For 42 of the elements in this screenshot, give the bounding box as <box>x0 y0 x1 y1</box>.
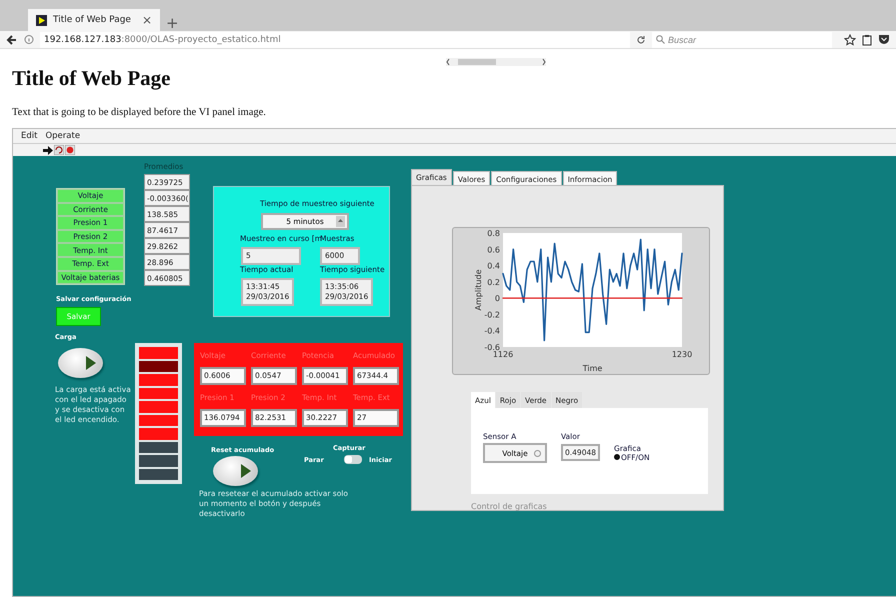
axis-label: Amplitude <box>474 270 483 310</box>
address-bar[interactable]: 192.168.127.183:8000/OLAS-proyecto_estatico.html <box>40 32 630 48</box>
new-tab-button[interactable]: + <box>166 16 179 31</box>
run-icon[interactable] <box>43 146 53 154</box>
axis-tick-label: 1126 <box>492 350 514 359</box>
axis-tick-label: -0.2 <box>484 310 500 320</box>
toggle-button[interactable] <box>58 348 103 378</box>
page-icon <box>36 14 47 26</box>
scrollbar[interactable] <box>446 58 546 66</box>
star-icon[interactable] <box>844 34 856 46</box>
menu-item[interactable]: Edit <box>21 131 38 141</box>
menu-item[interactable]: Operate <box>45 131 80 141</box>
axis-label: Time <box>582 364 602 373</box>
dropdown-icon <box>534 450 541 456</box>
reload-icon[interactable] <box>636 34 646 44</box>
axis-tick-label: 0.4 <box>487 262 500 271</box>
axis-tick-label: -0.6 <box>484 343 500 352</box>
capture-switch[interactable] <box>344 455 362 464</box>
axis-tick-label: 0.8 <box>487 229 500 238</box>
stop-icon[interactable] <box>65 145 75 155</box>
axis-tick-label: -0.4 <box>484 326 500 336</box>
toggle-button[interactable] <box>213 456 258 486</box>
search-field[interactable]: Buscar <box>652 32 832 48</box>
tab-title: Title of Web Page <box>53 15 132 25</box>
axis-tick-label: 1230 <box>672 350 692 359</box>
run-continuously-icon[interactable] <box>54 145 64 155</box>
dropdown-icon <box>336 216 345 227</box>
play-icon <box>85 355 97 371</box>
clipboard-icon[interactable] <box>862 34 872 46</box>
page-heading: Title of Web Page <box>12 66 172 91</box>
pocket-icon[interactable] <box>878 34 890 45</box>
browser-tab[interactable]: Title of Web Page × <box>28 9 160 31</box>
close-button[interactable]: × <box>142 14 152 26</box>
back-icon[interactable] <box>6 34 18 46</box>
info-icon <box>24 35 34 44</box>
axis-tick-label: 0 <box>494 294 500 304</box>
axis-tick-label: 0.6 <box>487 245 500 254</box>
intro-text: Text that is going to be displayed before the VI panel image. <box>12 107 267 118</box>
tab-caption: Control de graficas <box>471 502 547 511</box>
axis-tick-label: 0.2 <box>487 278 500 287</box>
search-icon <box>656 35 665 44</box>
play-icon <box>240 463 252 479</box>
